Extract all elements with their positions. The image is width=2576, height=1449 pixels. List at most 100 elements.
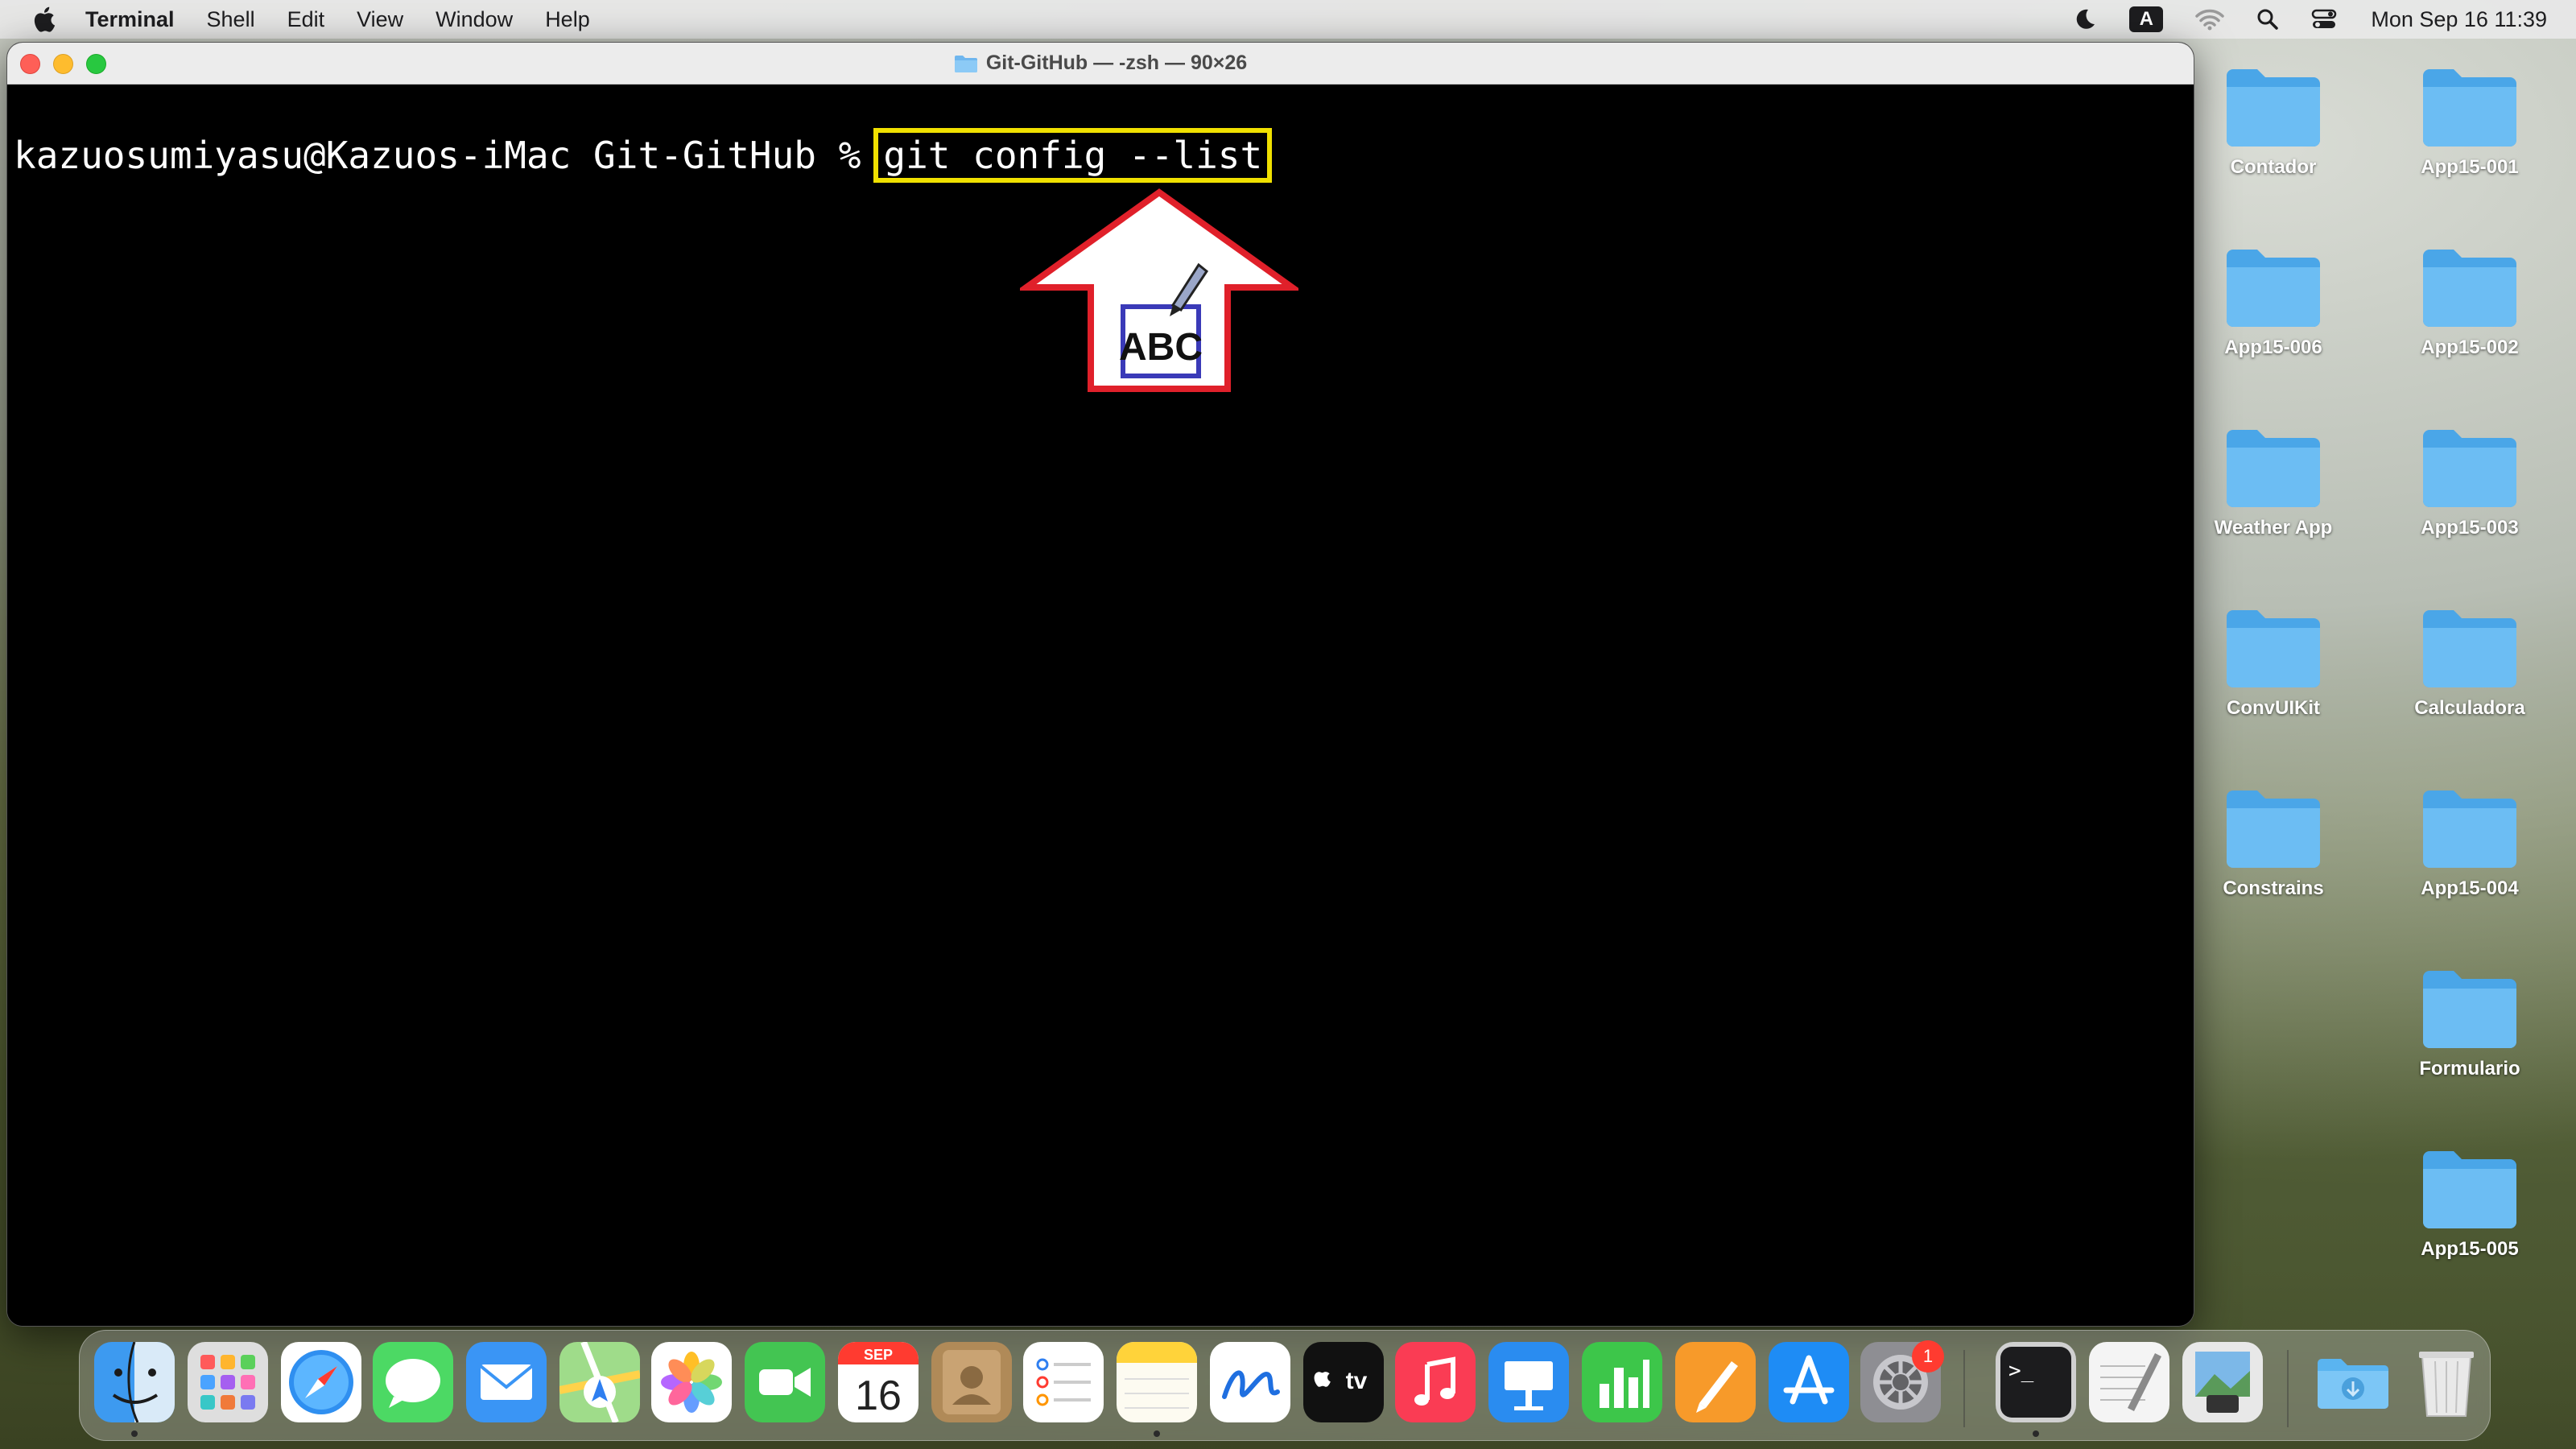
annotation-abc-label: ABC [1119, 326, 1203, 369]
window-controls [20, 54, 106, 74]
desktop-folder-label: ConvUIKit [2227, 697, 2320, 719]
reminders-icon[interactable] [1023, 1342, 1104, 1422]
window-title-text: Git-GitHub — -zsh — 90×26 [985, 52, 1248, 74]
desktop-folder-label: App15-006 [2224, 336, 2322, 358]
minimize-window-button[interactable] [53, 54, 73, 74]
folder-icon [2227, 69, 2320, 147]
music-icon[interactable] [1395, 1342, 1476, 1422]
desktop-folder-label: App15-003 [2421, 517, 2519, 539]
desktop-folder[interactable]: App15-002 [2389, 245, 2550, 359]
contacts-icon[interactable] [931, 1342, 1012, 1422]
close-window-button[interactable] [20, 54, 40, 74]
facetime-icon[interactable] [745, 1342, 825, 1422]
dock-separator [2287, 1350, 2289, 1427]
terminal-window[interactable]: Git-GitHub — -zsh — 90×26 kazuosumiyasu@… [6, 42, 2194, 1327]
desktop-folder-label: App15-001 [2421, 156, 2519, 178]
apple-logo-icon[interactable] [31, 5, 56, 34]
running-indicator [2033, 1430, 2039, 1437]
menu-shell[interactable]: Shell [207, 7, 255, 32]
menu-clock[interactable]: Mon Sep 16 11:39 [2371, 7, 2547, 32]
status-menus: A Mon Sep 16 11:39 [2041, 0, 2547, 39]
desktop-folder[interactable]: Calculadora [2389, 605, 2550, 720]
desktop-folder[interactable]: App15-006 [2193, 245, 2354, 359]
settings-update-badge: 1 [1912, 1340, 1944, 1373]
folder-icon [2423, 610, 2516, 687]
desktop-folder-label: Weather App [2214, 517, 2333, 539]
launchpad-icon[interactable] [188, 1342, 268, 1422]
notes-icon[interactable] [1117, 1342, 1197, 1422]
folder-icon [2423, 1151, 2516, 1228]
desktop-folder-label: Contador [2230, 156, 2317, 178]
desktop-folder[interactable]: Formulario [2389, 966, 2550, 1080]
app-store-icon[interactable] [1769, 1342, 1849, 1422]
desktop-folder[interactable]: Constrains [2193, 786, 2354, 900]
menu-window[interactable]: Window [436, 7, 513, 32]
highlighted-command: git config --list [873, 128, 1273, 183]
mail-icon[interactable] [466, 1342, 547, 1422]
desktop-folder[interactable]: App15-001 [2389, 64, 2550, 179]
desktop-folder-label: Calculadora [2414, 697, 2525, 719]
desktop-folder-label: App15-005 [2421, 1238, 2519, 1260]
folder-icon [2423, 971, 2516, 1048]
finder-icon[interactable] [94, 1342, 175, 1422]
running-indicator [1154, 1430, 1160, 1437]
desktop-folder[interactable]: Contador [2193, 64, 2354, 179]
maps-icon[interactable] [559, 1342, 640, 1422]
running-indicator [131, 1430, 138, 1437]
desktop-folder[interactable]: App15-005 [2389, 1146, 2550, 1261]
folder-icon [2423, 250, 2516, 327]
desktop-folder-label: Formulario [2419, 1058, 2520, 1080]
desktop-folder-label: App15-002 [2421, 336, 2519, 358]
calendar-icon[interactable]: SEP 16 [838, 1342, 919, 1422]
keynote-icon[interactable] [1488, 1342, 1569, 1422]
menu-bar: Terminal Shell Edit View Window Help A M… [0, 0, 2576, 39]
focus-moon-icon[interactable] [2073, 7, 2097, 31]
wifi-icon[interactable] [2195, 8, 2225, 31]
textedit-icon[interactable] [2089, 1342, 2169, 1422]
desktop-folder[interactable]: App15-003 [2389, 425, 2550, 539]
calendar-month: SEP [864, 1347, 893, 1363]
input-source-icon[interactable]: A [2129, 6, 2164, 32]
annotation-arrow-icon: ABC [1020, 188, 1298, 392]
downloads-folder-icon[interactable] [2313, 1342, 2393, 1422]
zoom-window-button[interactable] [86, 54, 106, 74]
folder-icon [2423, 430, 2516, 507]
apple-tv-icon[interactable]: tv [1303, 1342, 1384, 1422]
desktop-folder[interactable]: Weather App [2193, 425, 2354, 539]
tv-label: tv [1346, 1368, 1368, 1394]
terminal-glyph: >_ [2008, 1359, 2034, 1383]
preview-icon[interactable] [2182, 1342, 2263, 1422]
window-titlebar[interactable]: Git-GitHub — -zsh — 90×26 [7, 43, 2194, 85]
folder-icon [2423, 791, 2516, 868]
freeform-icon[interactable] [1210, 1342, 1290, 1422]
desktop-folder-label: App15-004 [2421, 877, 2519, 899]
input-source-label: A [2129, 6, 2164, 32]
terminal-icon[interactable]: >_ [1996, 1342, 2076, 1422]
spotlight-search-icon[interactable] [2256, 8, 2279, 31]
dock: SEP 16 tv 1 >_ [79, 1330, 2491, 1441]
folder-icon [2227, 610, 2320, 687]
messages-icon[interactable] [373, 1342, 453, 1422]
folder-icon [954, 55, 977, 72]
pages-icon[interactable] [1675, 1342, 1756, 1422]
folder-icon [2423, 69, 2516, 147]
trash-icon[interactable] [2406, 1342, 2487, 1422]
menu-edit[interactable]: Edit [287, 7, 325, 32]
desktop-folder[interactable]: ConvUIKit [2193, 605, 2354, 720]
folder-icon [2227, 250, 2320, 327]
control-center-icon[interactable] [2311, 8, 2337, 31]
photos-icon[interactable] [651, 1342, 732, 1422]
prompt-line: kazuosumiyasu@Kazuos-iMac Git-GitHub % g… [14, 128, 1273, 183]
folder-icon [2227, 791, 2320, 868]
safari-icon[interactable] [281, 1342, 361, 1422]
desktop-folder-label: Constrains [2223, 877, 2324, 899]
dock-separator [1963, 1350, 1965, 1427]
menu-view[interactable]: View [357, 7, 403, 32]
shell-prompt: kazuosumiyasu@Kazuos-iMac Git-GitHub % [14, 134, 861, 177]
folder-icon [2227, 430, 2320, 507]
desktop-folder[interactable]: App15-004 [2389, 786, 2550, 900]
menu-help[interactable]: Help [545, 7, 590, 32]
menu-app-name[interactable]: Terminal [85, 7, 175, 32]
numbers-icon[interactable] [1582, 1342, 1662, 1422]
terminal-output[interactable]: kazuosumiyasu@Kazuos-iMac Git-GitHub % g… [7, 85, 2194, 1326]
